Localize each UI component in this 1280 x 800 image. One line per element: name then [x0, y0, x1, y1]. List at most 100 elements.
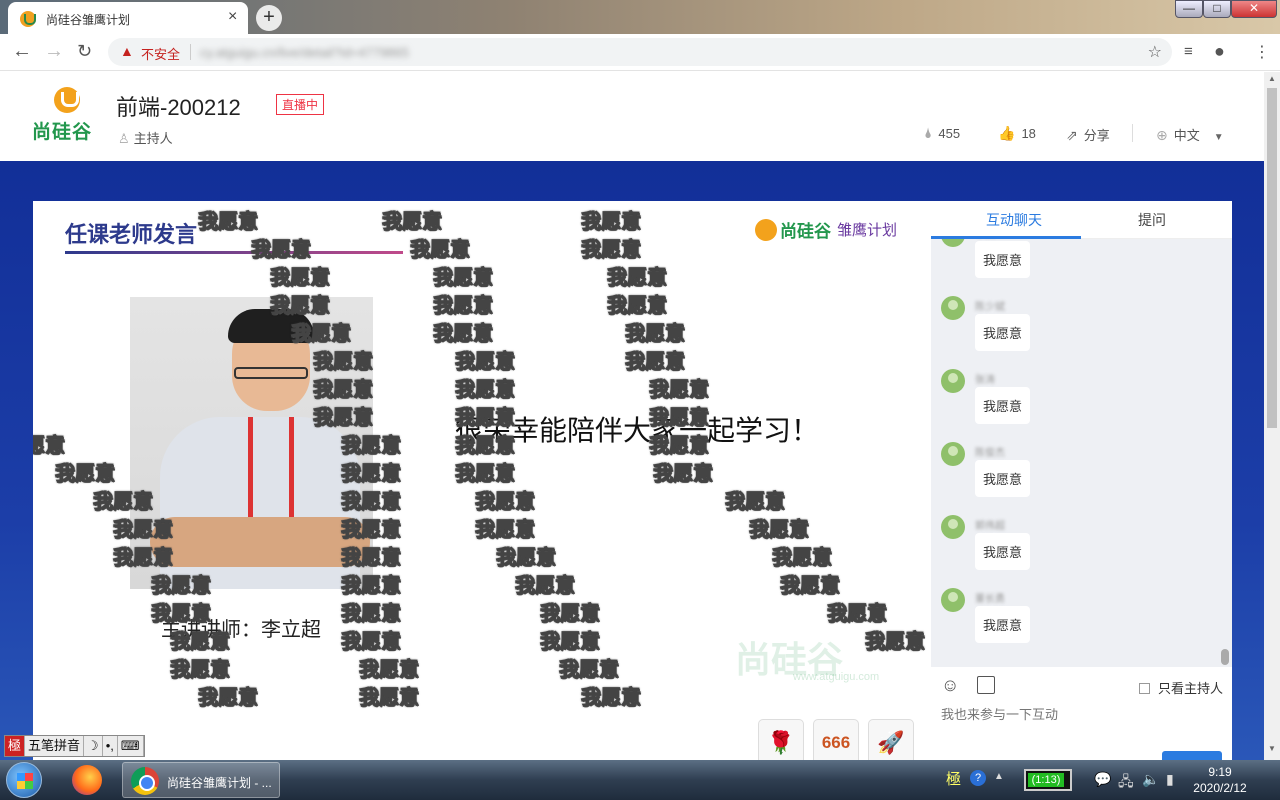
- danmu-comment: 我愿意: [475, 519, 536, 542]
- share-label: 分享: [1083, 128, 1110, 143]
- address-divider: [190, 44, 191, 60]
- back-arrow-icon[interactable]: ←: [12, 40, 32, 63]
- logo-text: 尚硅谷: [32, 122, 93, 143]
- chat-bubble: 我愿意: [975, 314, 1031, 351]
- page-scrollbar[interactable]: ▲ ▼: [1264, 72, 1280, 760]
- volume-icon[interactable]: 🔈: [1142, 771, 1159, 788]
- chat-message-list[interactable]: 学员 我愿意 陈少斌 我愿意 张涛 我愿意 陈俊杰 我愿意 郭伟超 我愿: [931, 239, 1232, 667]
- window-close-button[interactable]: ✕: [1231, 0, 1277, 18]
- ime-logo-icon[interactable]: 極: [5, 736, 26, 756]
- danmu-comment: 我愿意: [540, 603, 601, 626]
- teacher-lanyard: [248, 417, 294, 517]
- avatar: [941, 442, 965, 466]
- wechat-icon[interactable]: 💬: [1094, 771, 1111, 788]
- danmu-comment: 我愿意: [581, 211, 642, 234]
- site-logo[interactable]: 尚硅谷: [32, 87, 104, 143]
- scrollbar-thumb[interactable]: [1267, 88, 1277, 428]
- chat-username: 张涛: [975, 375, 995, 386]
- danmu-comment: 我愿意: [359, 687, 420, 710]
- ime-toolbar[interactable]: 極 五笔拼音 ☽ •, ⌨: [4, 735, 145, 757]
- forward-arrow-icon[interactable]: →: [44, 40, 64, 63]
- url-text[interactable]: cy.atguigu.cn/live/detail?id=4779865: [200, 45, 409, 60]
- host-only-checkbox[interactable]: [1139, 683, 1150, 694]
- ime-width-icon[interactable]: ☽: [84, 736, 103, 756]
- tab-questions[interactable]: 提问: [1138, 210, 1166, 230]
- language-label: 中文: [1173, 128, 1200, 143]
- host-only-label: 只看主持人: [1158, 681, 1224, 696]
- chat-message: 郭伟超 我愿意: [941, 515, 1211, 575]
- danmu-comment: 我愿意: [341, 631, 402, 654]
- ime-mode[interactable]: 五笔拼音: [25, 736, 85, 756]
- windows-taskbar: 尚硅谷雏鹰计划 - ... 極 ? ▲ (1:13) 💬 🖧 🔈 ▮ 9:19 …: [0, 760, 1280, 800]
- chrome-taskbar-button[interactable]: 尚硅谷雏鹰计划 - ...: [122, 762, 280, 798]
- system-clock[interactable]: 9:19 2020/2/12: [1184, 764, 1256, 796]
- danmu-comment: 我愿意: [170, 659, 231, 682]
- danmu-comment: 我愿意: [55, 463, 116, 486]
- rose-gift-button[interactable]: 🌹: [758, 719, 804, 760]
- presentation-slide[interactable]: 任课老师发言 尚硅谷 雏鹰计划 主讲讲师：李立超 很荣幸能陪伴大家一起学习！ 尚硅…: [33, 201, 931, 760]
- signal-icon[interactable]: ▮: [1166, 771, 1174, 788]
- reload-icon[interactable]: ↻: [77, 41, 92, 62]
- bookmark-star-icon[interactable]: ☆: [1148, 42, 1162, 62]
- danmu-comment: 我愿意: [291, 323, 352, 346]
- danmu-comment: 我愿意: [455, 351, 516, 374]
- avatar: [941, 239, 965, 247]
- chat-input[interactable]: [941, 707, 1221, 722]
- tray-expand-icon[interactable]: ▲: [994, 771, 1004, 782]
- danmu-comment: 我愿意: [433, 323, 494, 346]
- emoji-icon[interactable]: ☺: [941, 675, 959, 696]
- chat-username: 陈俊杰: [975, 448, 1005, 459]
- scroll-up-icon[interactable]: ▲: [1268, 74, 1276, 83]
- warning-triangle-icon[interactable]: ▲: [120, 43, 134, 59]
- start-button[interactable]: [6, 762, 42, 798]
- danmu-comment: 我愿意: [455, 463, 516, 486]
- chat-message: 董长勇 我愿意: [941, 588, 1211, 648]
- danmu-comment: 我愿意: [341, 435, 402, 458]
- network-icon[interactable]: 🖧: [1118, 771, 1134, 795]
- new-tab-button[interactable]: +: [256, 5, 282, 31]
- chat-scrollbar-thumb[interactable]: [1221, 649, 1229, 665]
- browser-menu-icon[interactable]: ⋮: [1254, 42, 1270, 62]
- tab-interactive-chat[interactable]: 互动聊天: [986, 210, 1042, 230]
- browser-tab-strip: 尚硅谷雏鹰计划 × + — □ ✕: [0, 0, 1280, 34]
- ime-punctuation-icon[interactable]: •,: [103, 736, 118, 756]
- slide-logo-brand: 尚硅谷: [780, 222, 831, 241]
- firefox-taskbar-icon[interactable]: [72, 765, 102, 795]
- live-stage: 任课老师发言 尚硅谷 雏鹰计划 主讲讲师：李立超 很荣幸能陪伴大家一起学习！ 尚硅…: [0, 161, 1264, 763]
- ime-keyboard-icon[interactable]: ⌨: [118, 736, 144, 756]
- slide-heading: 任课老师发言: [65, 222, 198, 247]
- image-upload-icon[interactable]: [977, 676, 995, 694]
- browser-tab[interactable]: 尚硅谷雏鹰计划 ×: [8, 2, 248, 34]
- danmu-comment: 我愿意: [515, 575, 576, 598]
- header-divider: [1132, 124, 1133, 142]
- chat-panel: 互动聊天 提问 学员 我愿意 陈少斌 我愿意 张涛 我愿意 陈俊杰: [931, 201, 1232, 763]
- language-selector[interactable]: ⊕ 中文 ▼: [1156, 125, 1224, 144]
- address-bar[interactable]: ▲ 不安全 cy.atguigu.cn/live/detail?id=47798…: [108, 38, 1172, 66]
- tray-ime-icon[interactable]: 極: [946, 768, 961, 789]
- rocket-gift-button[interactable]: 🚀: [868, 719, 914, 760]
- danmu-comment: 我愿意: [455, 435, 516, 458]
- tab-title: 尚硅谷雏鹰计划: [46, 13, 131, 27]
- tab-close-icon[interactable]: ×: [228, 8, 237, 26]
- danmu-comment: 我愿意: [251, 239, 312, 262]
- media-playlist-icon[interactable]: ≡: [1184, 43, 1193, 60]
- minimize-button[interactable]: —: [1175, 0, 1203, 18]
- share-button[interactable]: ⇗ 分享: [1066, 125, 1110, 144]
- like-button[interactable]: 👍 18: [998, 125, 1036, 142]
- host-label: ♙ 主持人: [118, 128, 173, 147]
- chevron-down-icon: ▼: [1213, 132, 1224, 143]
- avatar: [941, 515, 965, 539]
- six-six-six-gift-button[interactable]: 666: [813, 719, 859, 760]
- host-only-toggle[interactable]: 只看主持人: [1139, 678, 1223, 697]
- security-label[interactable]: 不安全: [141, 44, 180, 63]
- battery-indicator[interactable]: (1:13): [1024, 769, 1072, 791]
- danmu-comment: 我愿意: [198, 211, 259, 234]
- danmu-comment: 我愿意: [270, 267, 331, 290]
- scroll-down-icon[interactable]: ▼: [1268, 744, 1276, 753]
- help-icon[interactable]: ?: [970, 770, 986, 786]
- chat-username: 董长勇: [975, 594, 1005, 605]
- teacher-glasses: [234, 367, 308, 379]
- maximize-button[interactable]: □: [1203, 0, 1231, 18]
- avatar: [941, 296, 965, 320]
- profile-avatar-icon[interactable]: ●: [1214, 41, 1225, 62]
